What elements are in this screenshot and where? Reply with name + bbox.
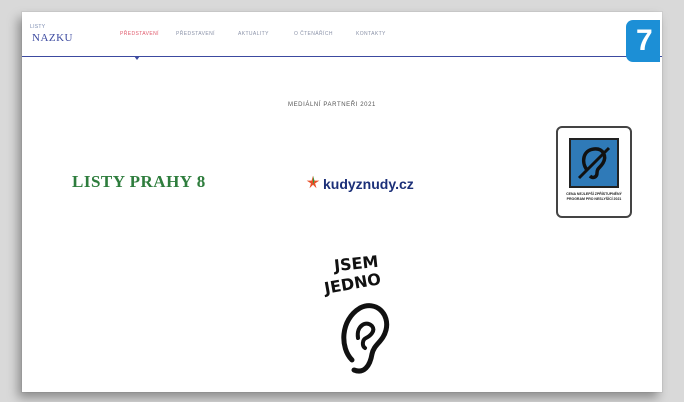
star-icon: [306, 175, 320, 189]
nav-item-3[interactable]: AKTUALITY: [238, 31, 269, 37]
partner-jsem-jedno-ucho[interactable]: JSEM JEDNO: [312, 252, 412, 384]
step-number-badge: 7: [626, 20, 660, 62]
site-header: LISTY NAZKU PŘEDSTAVENÍ PŘEDSTAVENÍ AKTU…: [22, 12, 662, 57]
kudyznudy-text: kudyznudy.cz: [323, 176, 414, 192]
nav-item-1[interactable]: PŘEDSTAVENÍ: [120, 31, 159, 37]
logo-main-text: NAZKU: [32, 32, 73, 44]
partner-ucho-badge[interactable]: CENA NEJLEPŠÍ ZPŘÍSTUPNĚNÝ PROGRAM PRO N…: [556, 126, 632, 218]
nav-item-2[interactable]: PŘEDSTAVENÍ: [176, 31, 215, 37]
ucho-caption: CENA NEJLEPŠÍ ZPŘÍSTUPNĚNÝ PROGRAM PRO N…: [566, 192, 622, 201]
partners-title: MEDIÁLNÍ PARTNEŘI 2021: [287, 102, 376, 108]
nav-item-5[interactable]: KONTAKTY: [356, 31, 386, 37]
partner-listy-prahy-8[interactable]: LISTY PRAHY 8: [72, 172, 206, 192]
active-nav-caret: [134, 56, 140, 60]
browser-page: LISTY NAZKU PŘEDSTAVENÍ PŘEDSTAVENÍ AKTU…: [22, 12, 662, 392]
ear-icon: [569, 138, 619, 188]
jedno-text: JEDNO: [322, 269, 383, 298]
nav-item-4[interactable]: O ČTENÁŘÍCH: [294, 31, 333, 37]
site-logo[interactable]: LISTY NAZKU: [30, 24, 94, 48]
ear-drawing-icon: [341, 303, 390, 374]
logo-small-text: LISTY: [30, 24, 46, 30]
